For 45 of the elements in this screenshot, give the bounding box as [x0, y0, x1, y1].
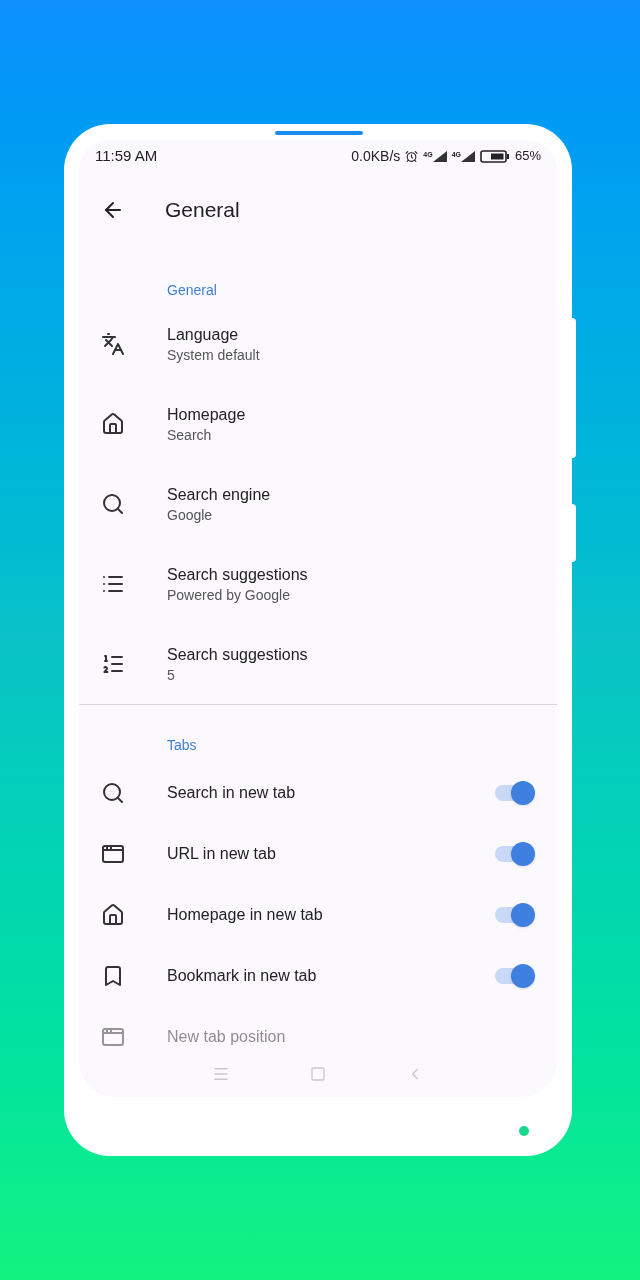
setting-label: New tab position — [167, 1026, 286, 1047]
home-icon — [101, 902, 125, 927]
toggle-switch[interactable] — [495, 841, 535, 866]
setting-label: Language — [167, 325, 240, 345]
toggle-row[interactable]: Bookmark in new tab — [79, 945, 557, 1006]
setting-label: Search suggestions — [167, 565, 308, 585]
setting-row[interactable]: Search suggestions Powered by Google — [79, 544, 557, 624]
setting-row[interactable]: Language System default — [79, 304, 557, 384]
setting-row[interactable]: Search engine Google — [79, 464, 557, 544]
setting-value: Search — [167, 426, 213, 444]
signal-icon — [460, 150, 475, 162]
setting-value: Powered by Google — [167, 586, 291, 604]
clock-time: 11:59 AM — [95, 145, 158, 166]
home-icon — [101, 412, 125, 436]
setting-label: Bookmark in new tab — [167, 965, 318, 986]
setting-label: Search engine — [167, 485, 271, 505]
setting-label: URL in new tab — [167, 843, 277, 864]
toggle-switch[interactable] — [495, 963, 535, 988]
toggle-row[interactable]: URL in new tab — [79, 823, 557, 884]
toggle-row[interactable]: Search in new tab — [79, 762, 557, 823]
setting-label: Homepage in new tab — [167, 904, 324, 925]
battery-percentage: 65% — [514, 147, 541, 166]
toggle-row[interactable]: Homepage in new tab — [79, 884, 557, 945]
alarm-icon — [405, 149, 419, 163]
numbered-list-icon — [101, 652, 125, 676]
setting-label: Search in new tab — [167, 782, 297, 803]
setting-value: System default — [167, 346, 260, 364]
toggle-switch[interactable] — [495, 902, 535, 927]
section-header: General — [167, 282, 217, 298]
search-icon — [101, 492, 125, 516]
signal-icon — [432, 150, 447, 162]
setting-label: Homepage — [167, 405, 246, 425]
battery-icon — [479, 149, 510, 163]
setting-value: 5 — [167, 666, 176, 684]
toggle-switch[interactable] — [495, 780, 535, 805]
translate-icon — [101, 332, 125, 356]
page-title: General — [165, 197, 240, 224]
indicator-light — [519, 1126, 529, 1136]
setting-value: Google — [167, 506, 214, 524]
section-header: Tabs — [167, 737, 197, 753]
network-speed: 0.0KB/s — [351, 146, 401, 166]
setting-label: Search suggestions — [167, 645, 308, 665]
setting-row[interactable]: Homepage Search — [79, 384, 557, 464]
setting-row[interactable]: Search suggestions 5 — [79, 624, 557, 704]
search-icon — [101, 780, 125, 805]
